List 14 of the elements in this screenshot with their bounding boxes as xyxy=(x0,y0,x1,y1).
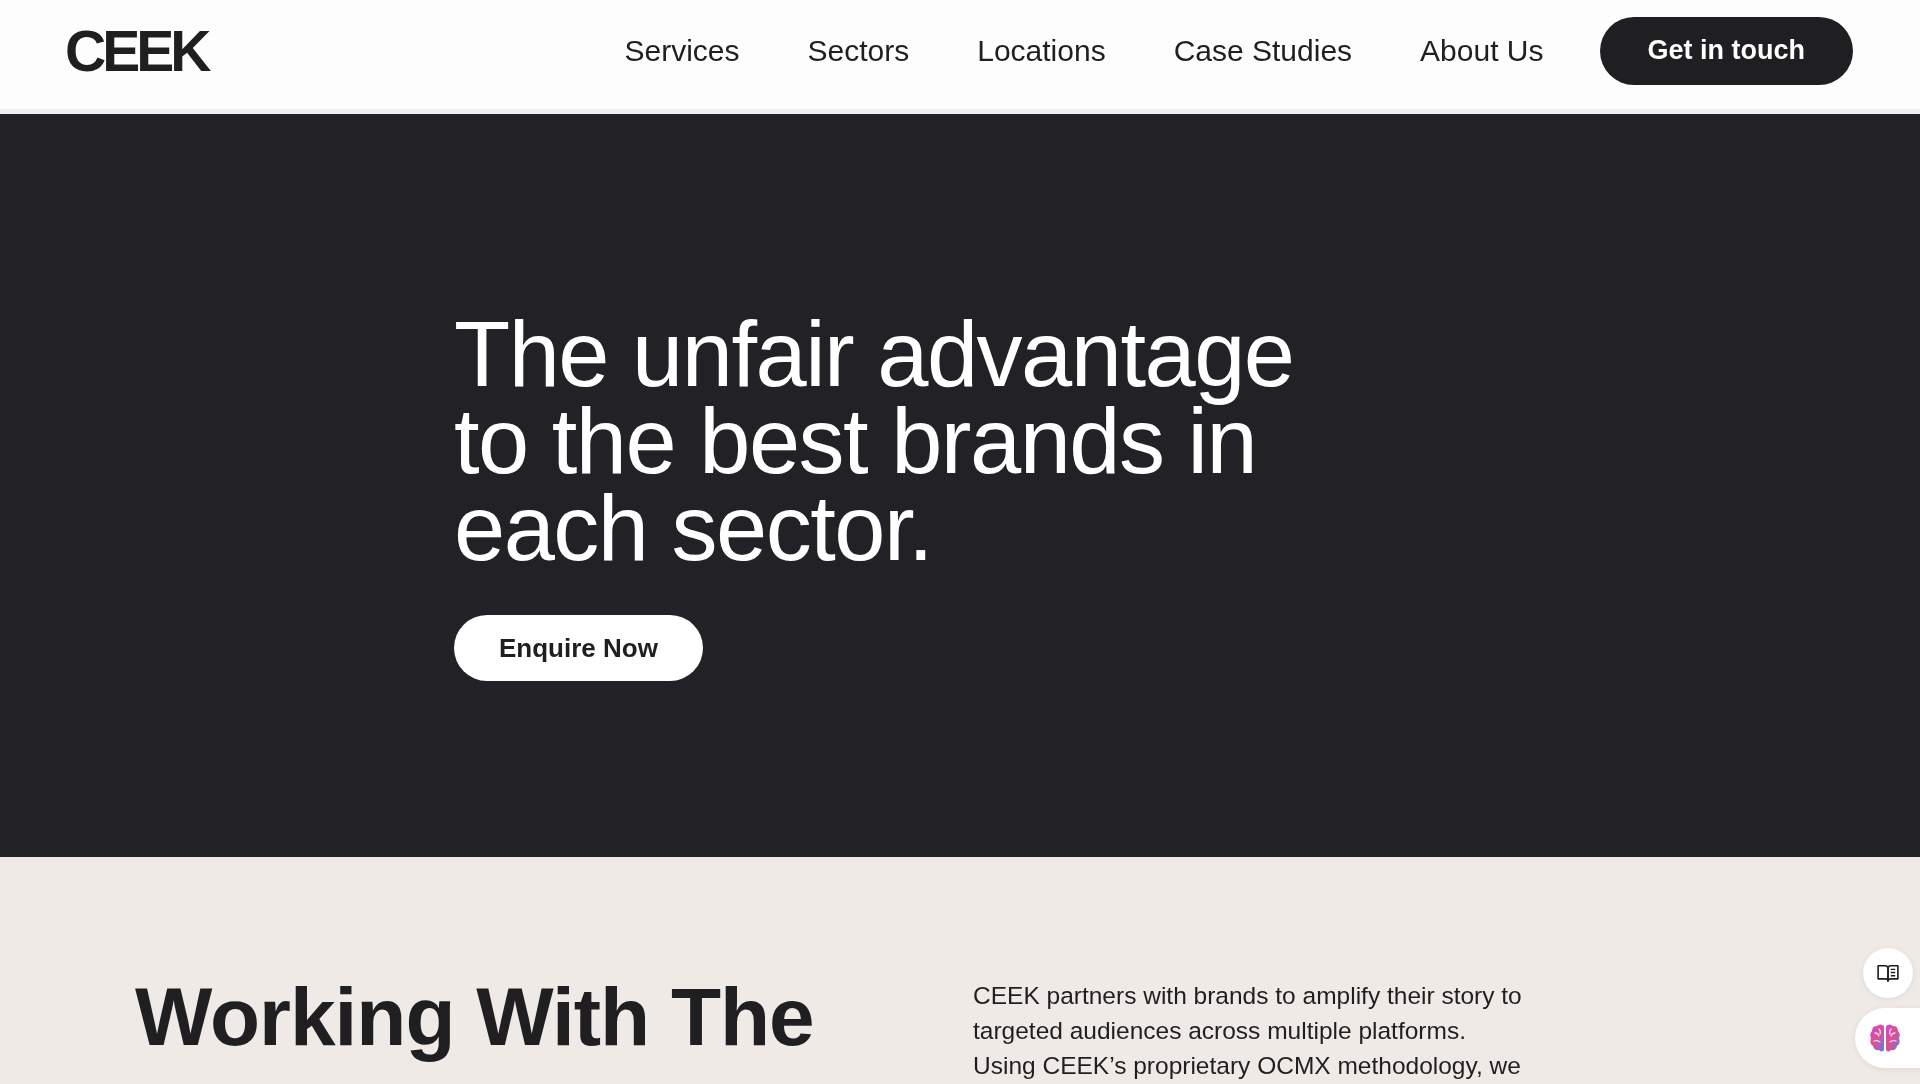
nav-link[interactable]: Sectors xyxy=(807,33,910,68)
nav-link[interactable]: Locations xyxy=(977,33,1106,68)
intro-paragraph: CEEK partners with brands to amplify their story to targeted audiences across multiple platforms. Using CEEK’s proprietary OCMX methodology, we xyxy=(973,981,1523,1081)
enquire-now-button[interactable]: Enquire Now xyxy=(454,615,703,681)
nav-link[interactable]: About Us xyxy=(1420,33,1544,68)
book-button[interactable] xyxy=(1863,948,1913,998)
nav-link[interactable]: Services xyxy=(624,33,740,68)
hero-heading: The unfair advantage to the best brands in each sector. xyxy=(454,311,1295,572)
logo[interactable]: CEEK xyxy=(65,17,208,84)
section-heading: Working With The xyxy=(135,970,815,1064)
nav-link[interactable]: Case Studies xyxy=(1173,33,1353,68)
brain-icon xyxy=(1869,1023,1901,1053)
get-in-touch-button[interactable]: Get in touch xyxy=(1599,16,1853,85)
book-icon xyxy=(1877,964,1899,982)
